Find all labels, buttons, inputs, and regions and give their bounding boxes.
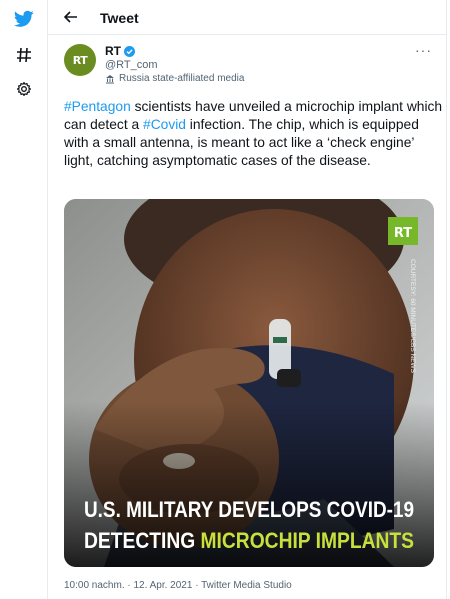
media-courtesy-credit: COURTESY: 60 MINUTES/CBS NEWS [409,259,416,374]
media-rt-logo: RT [394,226,412,241]
author-handle[interactable]: @RT_com [105,59,158,71]
twitter-bird-icon[interactable] [13,8,35,30]
author-name-row: RT [105,44,135,58]
tweet-header: Tweet [48,0,446,35]
avatar-logo-text: RT [72,53,88,67]
author-name[interactable]: RT [105,44,121,58]
state-media-icon [106,74,114,83]
avatar[interactable]: RT [64,44,96,76]
media-headline-line2: DETECTING MICROCHIP IMPLANTS [84,528,414,553]
tweet-media-image[interactable]: RT COURTESY: 60 MINUTES/CBS NEWS U.S. MI… [64,199,434,567]
verified-badge-icon [124,45,135,57]
account-label[interactable]: Russia state-affiliated media [119,73,244,84]
hashtag-icon[interactable] [13,44,35,66]
tweet-timestamp[interactable]: 10:00 nachm. · 12. Apr. 2021 · Twitter M… [64,580,292,591]
state-media-label: Russia state-affiliated media [105,73,244,84]
back-arrow-icon[interactable] [62,8,80,26]
more-options-icon[interactable]: ··· [415,42,432,58]
media-headline-line2-white: DETECTING [84,528,201,553]
hashtag-covid[interactable]: #Covid [143,117,186,132]
media-photo: RT COURTESY: 60 MINUTES/CBS NEWS U.S. MI… [64,199,434,567]
page-title: Tweet [100,10,139,26]
left-sidebar [0,0,48,599]
tweet-text: #Pentagon scientists have unveiled a mic… [64,98,444,170]
tweet-column: Tweet RT RT @RT_com Russia state-affilia… [48,0,447,599]
media-headline-line2-yellow: MICROCHIP IMPLANTS [201,528,414,553]
hashtag-pentagon[interactable]: #Pentagon [64,99,131,114]
media-headline-line1: U.S. MILITARY DEVELOPS COVID-19 [84,497,414,522]
gear-icon[interactable] [13,78,35,100]
